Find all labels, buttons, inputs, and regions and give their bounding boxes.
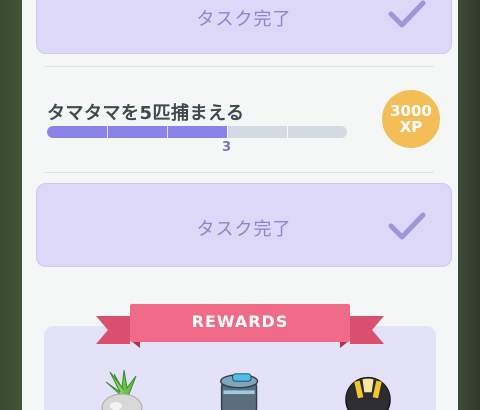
potion-icon[interactable] [212,372,268,410]
task-complete-card-1[interactable]: タスク完了 [36,0,452,54]
progress-segment [227,126,228,138]
rewards-title: REWARDS [191,312,289,331]
xp-amount: 3000 [390,101,432,120]
progress-fill [47,126,227,138]
progress-count: 3 [222,140,232,155]
task-progress-bar [47,126,347,138]
progress-segment [167,126,168,138]
divider [44,172,434,173]
xp-reward-badge: 3000 XP [382,90,440,148]
divider [44,66,434,67]
progress-segment [107,126,108,138]
task-complete-card-2[interactable]: タスク完了 [36,183,452,267]
checkmark-icon [388,212,426,240]
exeggcute-icon[interactable] [92,368,152,410]
xp-unit: XP [399,118,423,136]
task-title: タマタマを5匹捕まえる [47,103,245,124]
ultra-ball-icon[interactable] [340,372,396,410]
checkmark-icon [388,0,426,28]
progress-segment [287,126,288,138]
